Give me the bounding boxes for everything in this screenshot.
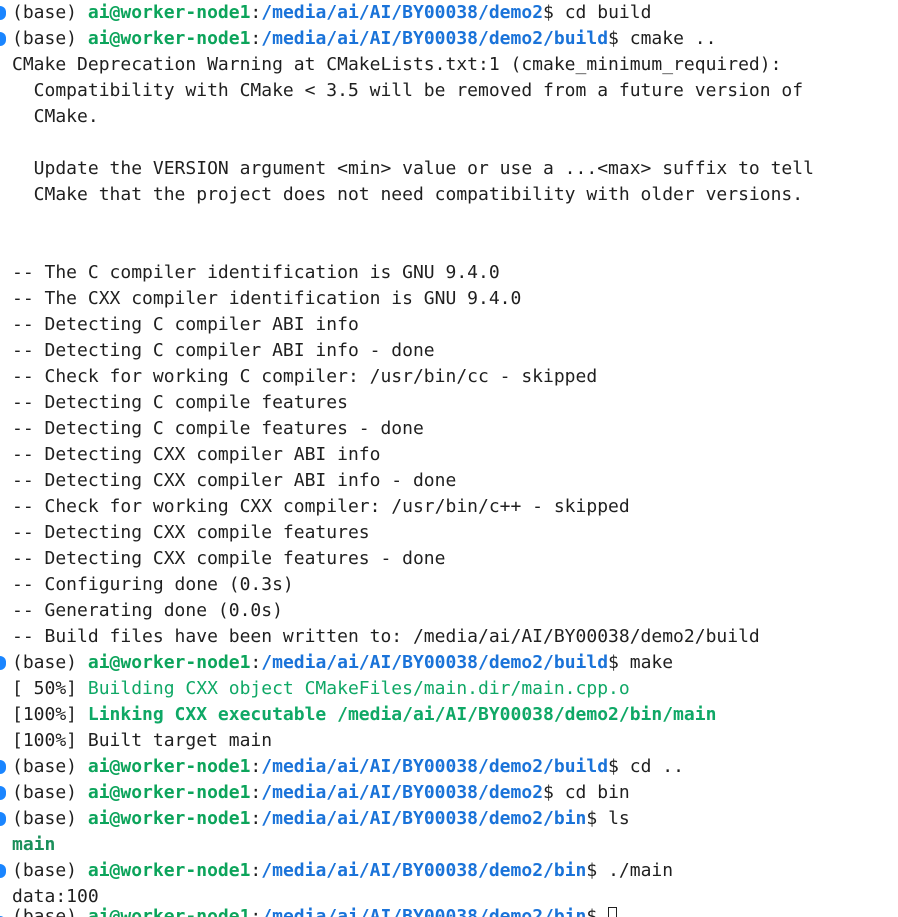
- output-line: -- Detecting C compile features: [12, 392, 348, 413]
- user-host: ai@worker-node1: [87, 652, 251, 673]
- prompt-separator: :: [250, 652, 262, 673]
- build-step-text: Linking CXX executable /media/ai/AI/BY00…: [87, 704, 717, 725]
- user-host: ai@worker-node1: [87, 860, 251, 881]
- command-text: cd build: [564, 2, 652, 23]
- output-line: CMake that the project does not need com…: [12, 184, 804, 205]
- build-percent: [100%]: [12, 704, 88, 725]
- working-directory: /media/ai/AI/BY00038/demo2/bin: [261, 906, 587, 917]
- conda-env-label: (base): [12, 28, 88, 49]
- output-line: -- Detecting CXX compile features: [12, 522, 370, 543]
- conda-env-label: (base): [12, 906, 88, 917]
- command-text: make: [629, 652, 674, 673]
- output-line: -- Detecting CXX compiler ABI info: [12, 444, 381, 465]
- prompt-separator: :: [250, 808, 262, 829]
- prompt-dollar: $: [543, 2, 565, 23]
- user-host: ai@worker-node1: [87, 782, 251, 803]
- command-text: ./main: [608, 860, 674, 881]
- prompt-line: (base) ai@worker-node1:/media/ai/AI/BY00…: [12, 858, 673, 884]
- prompt-line: (base) ai@worker-node1:/media/ai/AI/BY00…: [12, 26, 716, 52]
- prompt-line: (base) ai@worker-node1:/media/ai/AI/BY00…: [12, 754, 684, 780]
- command-text: cd bin: [564, 782, 630, 803]
- ls-entry-executable: main: [12, 834, 56, 855]
- command-marker-icon[interactable]: [0, 32, 6, 46]
- prompt-line: (base) ai@worker-node1:/media/ai/AI/BY00…: [12, 0, 651, 26]
- prompt-separator: :: [250, 2, 262, 23]
- text-cursor: [608, 907, 618, 917]
- prompt-separator: :: [250, 756, 262, 777]
- prompt-dollar: $: [543, 782, 565, 803]
- command-marker-icon[interactable]: [0, 6, 6, 20]
- build-percent: [100%]: [12, 730, 88, 751]
- conda-env-label: (base): [12, 808, 88, 829]
- build-percent: [ 50%]: [12, 678, 88, 699]
- output-line: -- Generating done (0.0s): [12, 600, 283, 621]
- output-line: Compatibility with CMake < 3.5 will be r…: [12, 80, 804, 101]
- working-directory: /media/ai/AI/BY00038/demo2/bin: [261, 860, 587, 881]
- user-host: ai@worker-node1: [87, 756, 251, 777]
- command-text: cd ..: [629, 756, 684, 777]
- prompt-line: (base) ai@worker-node1:/media/ai/AI/BY00…: [12, 806, 630, 832]
- build-step-text: Building CXX object CMakeFiles/main.dir/…: [87, 678, 630, 699]
- output-line: -- The CXX compiler identification is GN…: [12, 288, 522, 309]
- working-directory: /media/ai/AI/BY00038/demo2/bin: [261, 808, 587, 829]
- conda-env-label: (base): [12, 756, 88, 777]
- output-line: -- Detecting C compiler ABI info: [12, 314, 359, 335]
- working-directory: /media/ai/AI/BY00038/demo2/build: [261, 756, 609, 777]
- conda-env-label: (base): [12, 860, 88, 881]
- user-host: ai@worker-node1: [87, 906, 251, 917]
- output-line: -- Build files have been written to: /me…: [12, 626, 760, 647]
- prompt-separator: :: [250, 28, 262, 49]
- working-directory: /media/ai/AI/BY00038/demo2/build: [261, 652, 609, 673]
- output-line: -- Detecting CXX compile features - done: [12, 548, 446, 569]
- user-host: ai@worker-node1: [87, 808, 251, 829]
- prompt-dollar: $: [586, 906, 609, 917]
- user-host: ai@worker-node1: [87, 28, 251, 49]
- prompt-separator: :: [250, 782, 262, 803]
- terminal-output[interactable]: (base) ai@worker-node1:/media/ai/AI/BY00…: [0, 0, 898, 917]
- prompt-dollar: $: [608, 652, 630, 673]
- conda-env-label: (base): [12, 2, 88, 23]
- prompt-separator: :: [250, 906, 262, 917]
- output-line: -- Detecting C compile features - done: [12, 418, 424, 439]
- working-directory: /media/ai/AI/BY00038/demo2: [261, 782, 544, 803]
- output-line: -- Detecting C compiler ABI info - done: [12, 340, 435, 361]
- prompt-dollar: $: [608, 756, 630, 777]
- output-line: -- Configuring done (0.3s): [12, 574, 294, 595]
- prompt-dollar: $: [586, 808, 609, 829]
- user-host: ai@worker-node1: [87, 2, 251, 23]
- build-progress-line: [ 50%] Building CXX object CMakeFiles/ma…: [12, 676, 630, 702]
- prompt-dollar: $: [586, 860, 609, 881]
- build-progress-line: [100%] Linking CXX executable /media/ai/…: [12, 702, 716, 728]
- working-directory: /media/ai/AI/BY00038/demo2: [261, 2, 544, 23]
- command-marker-icon[interactable]: [0, 760, 6, 774]
- command-marker-icon[interactable]: [0, 656, 6, 670]
- output-line: CMake.: [12, 106, 99, 127]
- current-prompt-line[interactable]: (base) ai@worker-node1:/media/ai/AI/BY00…: [12, 904, 618, 917]
- build-progress-line: [100%] Built target main: [12, 728, 272, 754]
- prompt-dollar: $: [608, 28, 630, 49]
- working-directory: /media/ai/AI/BY00038/demo2/build: [261, 28, 609, 49]
- conda-env-label: (base): [12, 652, 88, 673]
- output-line: Update the VERSION argument <min> value …: [12, 158, 814, 179]
- command-text: ls: [608, 808, 630, 829]
- output-line: -- The C compiler identification is GNU …: [12, 262, 500, 283]
- prompt-separator: :: [250, 860, 262, 881]
- command-marker-icon[interactable]: [0, 864, 6, 878]
- output-line: CMake Deprecation Warning at CMakeLists.…: [12, 54, 782, 75]
- command-marker-icon[interactable]: [0, 812, 6, 826]
- command-marker-icon[interactable]: [0, 786, 6, 800]
- prompt-line: (base) ai@worker-node1:/media/ai/AI/BY00…: [12, 780, 630, 806]
- build-step-text: Built target main: [87, 730, 273, 751]
- conda-env-label: (base): [12, 782, 88, 803]
- prompt-line: (base) ai@worker-node1:/media/ai/AI/BY00…: [12, 650, 673, 676]
- output-line: -- Detecting CXX compiler ABI info - don…: [12, 470, 457, 491]
- output-line: -- Check for working C compiler: /usr/bi…: [12, 366, 598, 387]
- output-line: -- Check for working CXX compiler: /usr/…: [12, 496, 630, 517]
- command-text: cmake ..: [629, 28, 717, 49]
